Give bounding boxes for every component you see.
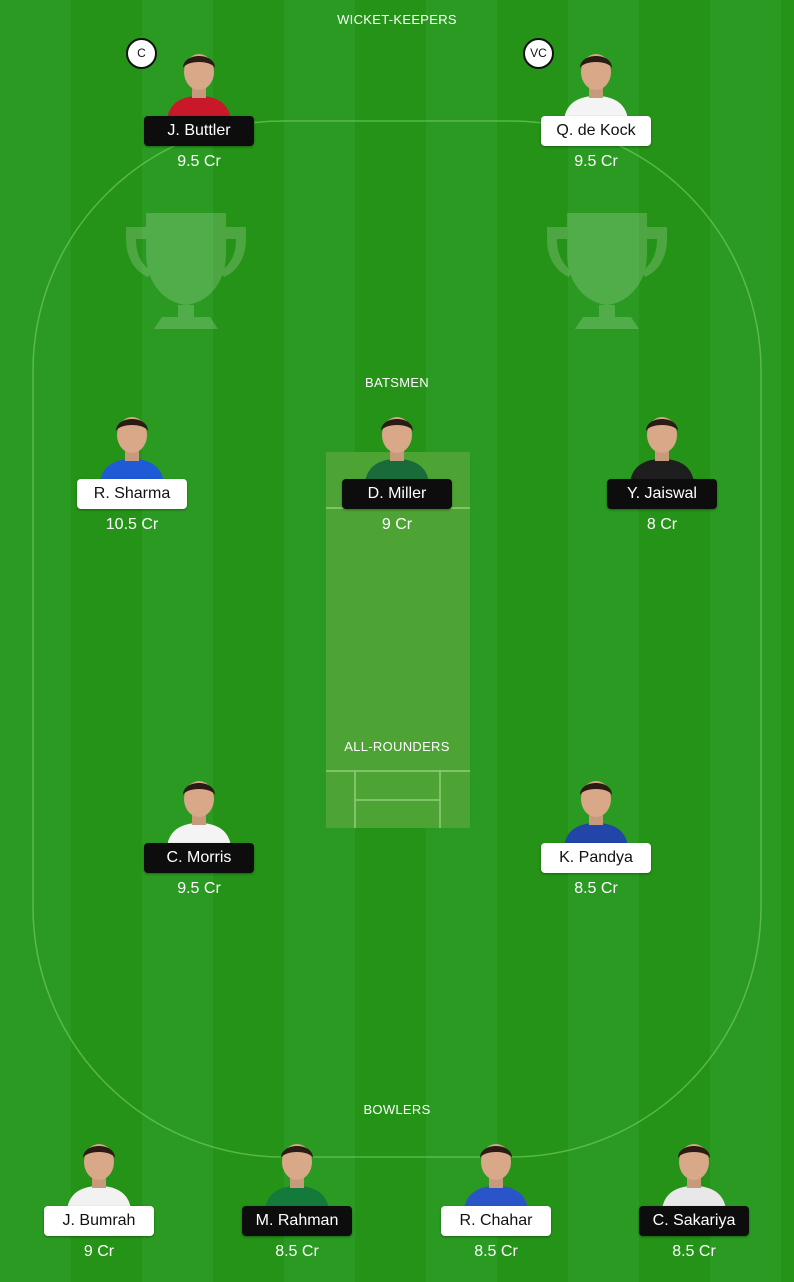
player-card-sakariya[interactable]: C. Sakariya 8.5 Cr <box>629 1132 759 1282</box>
player-name: K. Pandya <box>541 843 651 873</box>
player-credit: 9.5 Cr <box>177 153 221 170</box>
player-card-rahman[interactable]: M. Rahman 8.5 Cr <box>232 1132 362 1282</box>
player-card-sharma[interactable]: R. Sharma 10.5 Cr <box>67 405 197 555</box>
player-name: C. Sakariya <box>639 1206 749 1236</box>
player-credit: 9 Cr <box>381 516 413 533</box>
player-name: J. Bumrah <box>44 1206 154 1236</box>
player-avatar <box>464 1144 528 1210</box>
player-avatar <box>564 781 628 847</box>
player-credit: 8.5 Cr <box>574 880 618 897</box>
player-avatar <box>167 781 231 847</box>
player-card-de-kock[interactable]: Q. de Kock 9.5 Cr <box>531 42 661 192</box>
section-label-bowlers: BOWLERS <box>363 1102 431 1117</box>
player-avatar <box>167 54 231 120</box>
player-name: D. Miller <box>342 479 452 509</box>
player-card-jaiswal[interactable]: Y. Jaiswal 8 Cr <box>597 405 727 555</box>
player-name: J. Buttler <box>144 116 254 146</box>
player-avatar <box>265 1144 329 1210</box>
section-label-all-rounders: ALL-ROUNDERS <box>344 739 450 754</box>
player-credit: 9 Cr <box>83 1243 115 1260</box>
player-credit: 8 Cr <box>646 516 678 533</box>
player-name: Q. de Kock <box>541 116 651 146</box>
player-name: Y. Jaiswal <box>607 479 717 509</box>
player-credit: 8.5 Cr <box>672 1243 716 1260</box>
player-card-pandya[interactable]: K. Pandya 8.5 Cr <box>531 769 661 919</box>
player-avatar <box>365 417 429 483</box>
player-credit: 9.5 Cr <box>177 880 221 897</box>
player-avatar <box>67 1144 131 1210</box>
player-name: R. Chahar <box>441 1206 551 1236</box>
player-card-morris[interactable]: C. Morris 9.5 Cr <box>134 769 264 919</box>
trophy-watermark-icon <box>126 213 246 329</box>
player-avatar <box>630 417 694 483</box>
player-name: R. Sharma <box>77 479 187 509</box>
player-credit: 8.5 Cr <box>474 1243 518 1260</box>
player-credit: 8.5 Cr <box>275 1243 319 1260</box>
player-credit: 9.5 Cr <box>574 153 618 170</box>
player-name: C. Morris <box>144 843 254 873</box>
player-card-chahar[interactable]: R. Chahar 8.5 Cr <box>431 1132 561 1282</box>
player-avatar <box>662 1144 726 1210</box>
player-card-bumrah[interactable]: J. Bumrah 9 Cr <box>34 1132 164 1282</box>
player-credit: 10.5 Cr <box>105 516 159 533</box>
player-card-miller[interactable]: D. Miller 9 Cr <box>332 405 462 555</box>
player-avatar <box>564 54 628 120</box>
player-avatar <box>100 417 164 483</box>
section-label-batsmen: BATSMEN <box>365 375 429 390</box>
player-name: M. Rahman <box>242 1206 352 1236</box>
trophy-watermark-icon <box>547 213 667 329</box>
cricket-field <box>32 120 762 1158</box>
player-card-buttler[interactable]: J. Buttler 9.5 Cr <box>134 42 264 192</box>
section-label-wicket-keepers: WICKET-KEEPERS <box>337 12 457 27</box>
